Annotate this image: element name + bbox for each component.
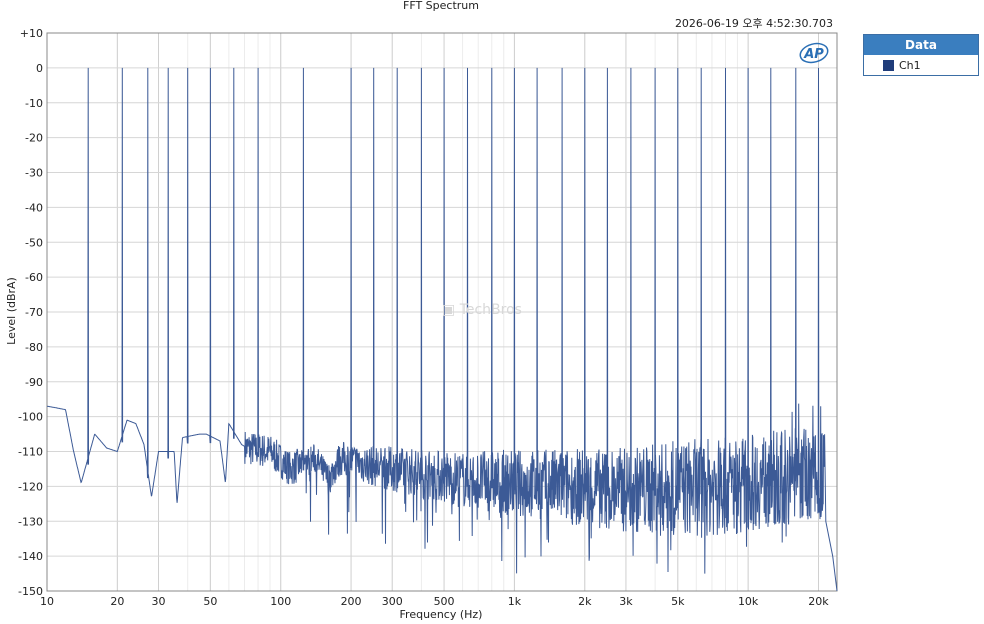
x-tick-label: 30 [152,595,166,608]
x-tick-label: 20k [808,595,829,608]
x-tick-label: 3k [619,595,633,608]
x-tick-label: 2k [578,595,592,608]
y-tick-label: -150 [18,585,43,598]
legend-swatch [883,59,894,71]
x-tick-label: 300 [382,595,403,608]
x-tick-label: 5k [671,595,685,608]
svg-text:AP: AP [803,47,824,62]
y-tick-label: -60 [25,271,43,284]
x-tick-label: 100 [270,595,291,608]
x-tick-label: 50 [203,595,217,608]
legend: Data Ch1 [863,34,979,76]
y-tick-label: +10 [20,27,43,40]
y-tick-label: -130 [18,515,43,528]
y-tick-label: -90 [25,376,43,389]
watermark: ▣ TechBros [442,302,522,318]
x-tick-label: 200 [341,595,362,608]
series-layer [47,67,838,592]
y-tick-label: -30 [25,167,43,180]
y-tick-label: -20 [25,132,43,145]
y-tick-label: -10 [25,97,43,110]
series-ch1-line [47,67,838,592]
legend-item-ch1[interactable]: Ch1 [864,55,978,75]
chart-title: FFT Spectrum [403,0,479,12]
watermark-text: TechBros [459,302,522,318]
y-tick-label: -120 [18,480,43,493]
y-tick-label: -40 [25,201,43,214]
y-tick-label: 0 [36,62,43,75]
legend-title: Data [864,35,978,55]
chart-timestamp: 2026-06-19 오후 4:52:30.703 [675,17,833,30]
x-tick-label: 1k [508,595,522,608]
y-tick-label: -100 [18,411,43,424]
y-tick-label: -50 [25,236,43,249]
x-tick-label: 20 [110,595,124,608]
y-tick-label: -140 [18,550,43,563]
x-tick-label: 10k [738,595,759,608]
x-axis-label: Frequency (Hz) [400,608,483,621]
x-tick-label: 500 [434,595,455,608]
y-tick-label: -110 [18,446,43,459]
legend-item-label: Ch1 [899,58,921,72]
y-tick-label: -80 [25,341,43,354]
watermark-logo-icon: ▣ [442,302,456,318]
ap-logo-icon: AP [798,40,830,66]
y-axis-label: Level (dBrA) [5,277,18,345]
y-tick-label: -70 [25,306,43,319]
